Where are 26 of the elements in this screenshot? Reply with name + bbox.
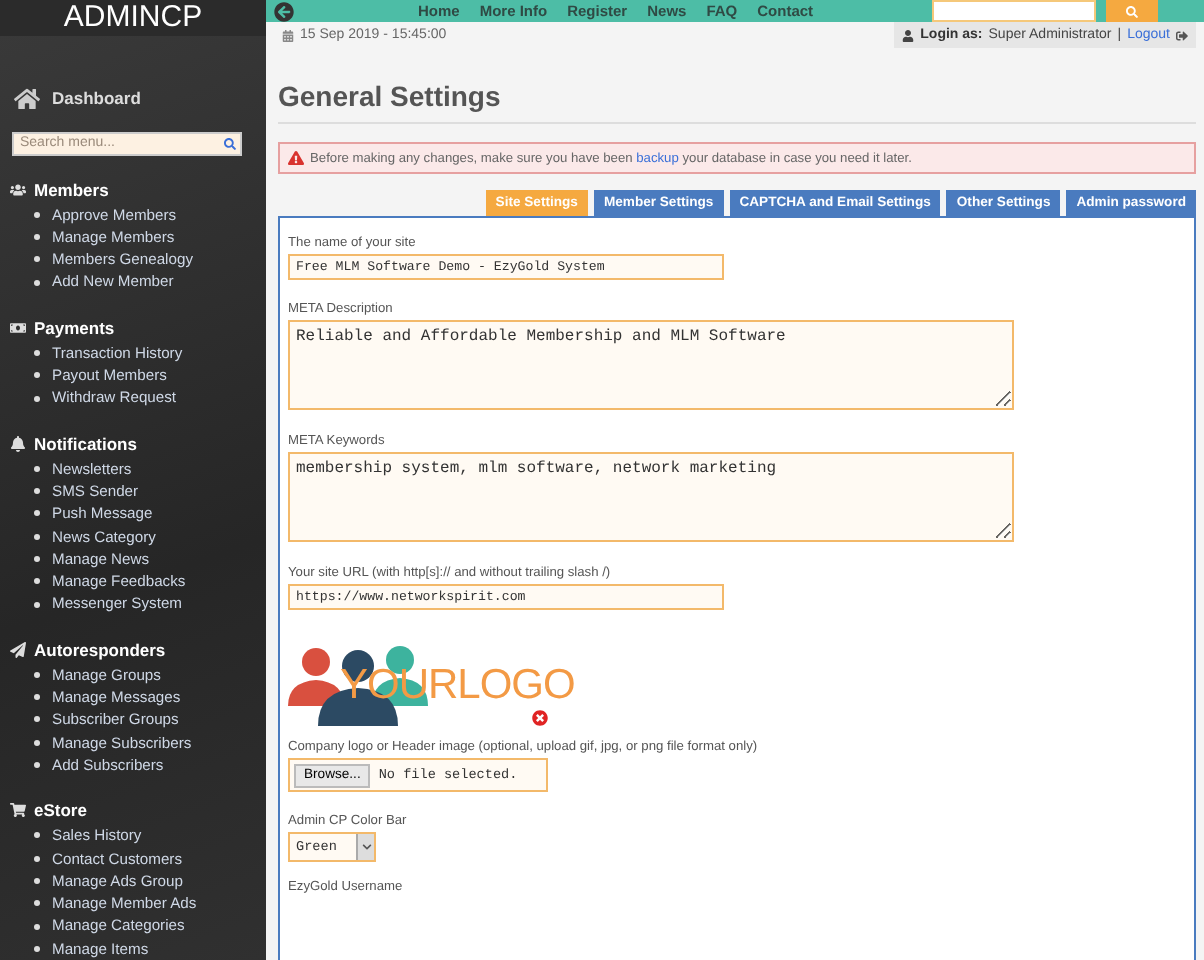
section-icon	[10, 181, 26, 198]
section-title: Members	[34, 179, 109, 200]
brand-title: ADMINCP	[0, 0, 266, 36]
section-icon	[10, 641, 26, 658]
home-icon	[14, 85, 40, 112]
search-icon	[1126, 5, 1138, 17]
logout-icon	[1176, 29, 1188, 41]
section-icon	[10, 802, 26, 819]
text-area[interactable]: Reliable and Affordable Membership and MLM Software	[288, 320, 1014, 410]
text-area[interactable]: membership system, mlm software, network marketing	[288, 452, 1014, 542]
section-title: Notifications	[34, 433, 137, 454]
delete-icon[interactable]	[532, 710, 548, 726]
back-arrow-icon[interactable]	[274, 1, 294, 21]
section-title: Autoresponders	[34, 639, 166, 660]
search-field[interactable]	[932, 0, 1096, 22]
warning-icon	[288, 150, 304, 166]
chevron-down-icon	[361, 842, 371, 852]
dashboard-link[interactable]: Dashboard	[52, 88, 141, 109]
section-title: Payments	[34, 317, 115, 338]
section-icon	[10, 319, 26, 336]
page-title: General Settings	[278, 80, 1196, 124]
calendar-icon	[282, 29, 294, 41]
section-icon	[10, 435, 26, 452]
user-icon	[902, 29, 915, 41]
search-icon	[224, 137, 236, 150]
section-title: eStore	[34, 800, 87, 821]
